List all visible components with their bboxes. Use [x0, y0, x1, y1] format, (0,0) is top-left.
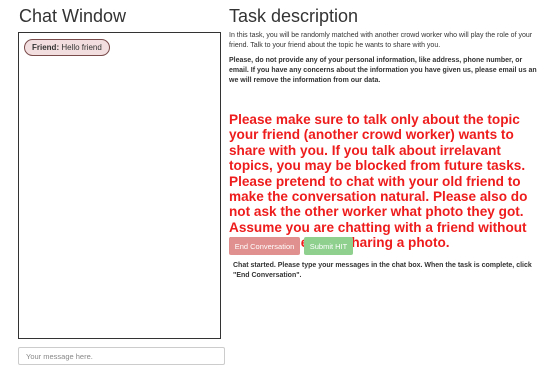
topic-warning: Please make sure to talk only about the …	[229, 112, 528, 251]
task-description-title: Task description	[229, 6, 359, 26]
status-message: Chat started. Please type your messages …	[233, 262, 532, 279]
submit-hit-button[interactable]: Submit HIT	[304, 237, 353, 255]
message-sender: Friend:	[32, 43, 60, 52]
message-text: Hello friend	[61, 43, 102, 52]
chat-log[interactable]: Friend: Hello friend	[18, 32, 221, 339]
end-conversation-button[interactable]: End Conversation	[229, 237, 300, 255]
chat-window-title: Chat Window	[19, 6, 127, 26]
privacy-notice: Please, do not provide any of your perso…	[229, 57, 537, 84]
task-intro-text: In this task, you will be randomly match…	[229, 32, 533, 49]
message-input[interactable]	[18, 347, 225, 365]
chat-message-bubble: Friend: Hello friend	[24, 39, 110, 56]
